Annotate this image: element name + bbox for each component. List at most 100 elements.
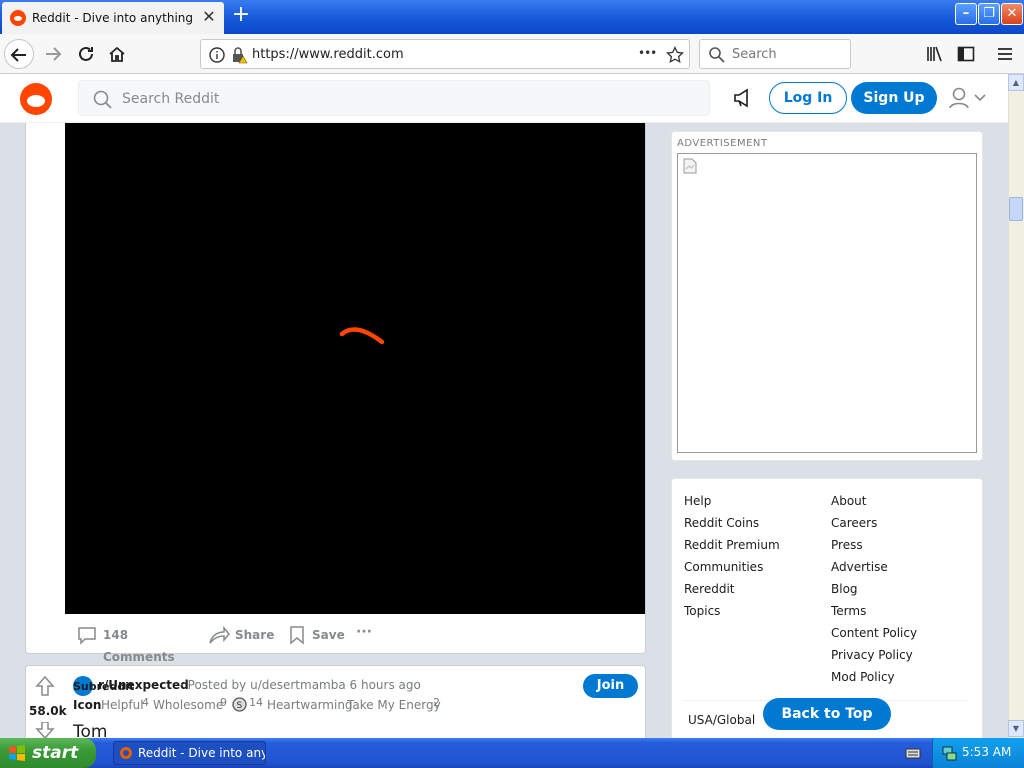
library-icon[interactable] xyxy=(925,45,943,63)
search-placeholder: Search xyxy=(732,47,777,62)
login-button[interactable]: Log In xyxy=(769,82,847,114)
video-player[interactable] xyxy=(65,123,645,614)
back-to-top-button[interactable]: Back to Top xyxy=(763,698,891,730)
signup-button[interactable]: Sign Up xyxy=(851,82,937,114)
footer-link-privacy-policy[interactable]: Privacy Policy xyxy=(831,648,917,670)
arrow-left-icon xyxy=(10,48,26,62)
footer-link-reddit-premium[interactable]: Reddit Premium xyxy=(684,538,780,560)
award-heartwarming[interactable]: Heartwarming xyxy=(267,698,353,712)
vote-count: 58.0k xyxy=(29,704,67,718)
address-bar[interactable]: https://www.reddit.com ••• xyxy=(200,39,690,69)
advertisement-frame[interactable] xyxy=(677,153,977,453)
home-icon xyxy=(109,46,125,62)
minimize-button[interactable]: – xyxy=(955,3,977,25)
home-button[interactable] xyxy=(102,39,132,69)
downvote-arrow-icon[interactable] xyxy=(34,722,56,738)
post-meta: · Posted by u/desertmamba 6 hours ago xyxy=(180,678,421,692)
share-label: Share xyxy=(235,628,275,642)
award-wholesome[interactable]: Wholesome xyxy=(153,698,223,712)
post-title[interactable]: Tom xyxy=(73,722,107,738)
footer-link-reddit-coins[interactable]: Reddit Coins xyxy=(684,516,780,538)
award-take-my-energy-count: 2 xyxy=(433,696,440,709)
upvote-arrow-icon[interactable] xyxy=(34,675,56,697)
user-icon xyxy=(949,87,969,109)
search-icon xyxy=(709,47,725,63)
network-icon[interactable] xyxy=(941,745,957,761)
footer-link-blog[interactable]: Blog xyxy=(831,582,917,604)
navigation-toolbar: https://www.reddit.com ••• Search xyxy=(0,34,1024,74)
browser-search-input[interactable]: Search xyxy=(699,39,851,69)
bookmark-icon xyxy=(290,626,304,645)
comments-button[interactable]: 148 Comments xyxy=(77,624,197,664)
hamburger-menu-icon[interactable] xyxy=(996,45,1014,63)
comments-label: 148 Comments xyxy=(103,628,175,664)
loading-spinner-icon xyxy=(339,327,385,345)
silver-award-icon[interactable]: S xyxy=(232,697,247,712)
footer-link-press[interactable]: Press xyxy=(831,538,917,560)
share-button[interactable]: Share xyxy=(208,624,276,646)
windows-logo-icon xyxy=(9,745,25,761)
award-icon-alt: Icon xyxy=(73,698,102,712)
footer-link-mod-policy[interactable]: Mod Policy xyxy=(831,670,917,692)
page-scrollbar[interactable] xyxy=(1008,74,1024,738)
footer-link-rereddit[interactable]: Rereddit xyxy=(684,582,780,604)
footer-link-advertise[interactable]: Advertise xyxy=(831,560,917,582)
footer-link-about[interactable]: About xyxy=(831,494,917,516)
scroll-down-arrow-icon[interactable]: ▼ xyxy=(1008,720,1024,737)
keyboard-icon[interactable] xyxy=(905,746,921,760)
award-helpful[interactable]: Helpful xyxy=(101,698,144,712)
subreddit-link[interactable]: r/Unexpected xyxy=(98,678,189,692)
region-label: USA/Global xyxy=(688,713,756,727)
svg-text:S: S xyxy=(237,701,243,711)
tab-close-icon[interactable]: ✕ xyxy=(200,7,218,27)
url-text: https://www.reddit.com xyxy=(252,47,404,62)
award-silver-count: 14 xyxy=(249,696,263,709)
save-label: Save xyxy=(312,628,345,642)
footer-links-left: Help Reddit Coins Reddit Premium Communi… xyxy=(684,494,780,626)
scrollbar-thumb[interactable] xyxy=(1009,197,1023,221)
new-tab-button[interactable]: + xyxy=(230,4,252,28)
reddit-search-placeholder: Search Reddit xyxy=(122,91,220,107)
award-wholesome-count: 9 xyxy=(220,696,227,709)
info-icon[interactable] xyxy=(209,47,225,63)
award-helpful-count: 4 xyxy=(142,696,149,709)
page-actions-menu-icon[interactable]: ••• xyxy=(638,46,657,60)
share-icon xyxy=(209,625,230,644)
advertisement-label: ADVERTISEMENT xyxy=(677,138,768,149)
reddit-favicon-icon xyxy=(10,10,26,26)
footer-link-careers[interactable]: Careers xyxy=(831,516,917,538)
scroll-up-arrow-icon[interactable]: ▲ xyxy=(1008,74,1024,91)
taskbar-clock: 5:53 AM xyxy=(962,745,1012,759)
user-dropdown[interactable] xyxy=(948,86,988,110)
footer-link-content-policy[interactable]: Content Policy xyxy=(831,626,917,648)
reload-icon xyxy=(79,46,93,61)
advertise-megaphone-icon[interactable] xyxy=(732,88,754,108)
reddit-search-input[interactable]: Search Reddit xyxy=(78,80,710,116)
more-options-icon[interactable]: ··· xyxy=(356,621,378,643)
taskbar-firefox-item[interactable]: Reddit - Dive into any... xyxy=(113,741,266,765)
restore-button[interactable]: ❐ xyxy=(978,3,1000,25)
award-take-my-energy[interactable]: Take My Energy xyxy=(347,698,441,712)
lock-warning-icon[interactable] xyxy=(230,46,248,64)
search-icon xyxy=(93,90,112,109)
window-close-button[interactable]: ✕ xyxy=(1001,3,1023,25)
sidebar-toggle-icon[interactable] xyxy=(957,45,975,63)
footer-link-communities[interactable]: Communities xyxy=(684,560,780,582)
join-button[interactable]: Join xyxy=(583,674,638,698)
arrow-right-icon xyxy=(46,47,62,61)
broken-image-icon xyxy=(683,158,697,174)
bookmark-star-icon[interactable] xyxy=(666,46,684,64)
forward-button[interactable] xyxy=(38,39,68,69)
reddit-header: Search Reddit Log In Sign Up xyxy=(0,74,1008,123)
browser-tab[interactable]: Reddit - Dive into anything ✕ xyxy=(2,2,224,34)
save-button[interactable]: Save xyxy=(289,624,345,646)
footer-links-right: About Careers Press Advertise Blog Terms… xyxy=(831,494,917,692)
reload-button[interactable] xyxy=(71,39,101,69)
reddit-snoo-face xyxy=(27,95,45,107)
back-button[interactable] xyxy=(4,39,34,69)
footer-link-topics[interactable]: Topics xyxy=(684,604,780,626)
footer-link-help[interactable]: Help xyxy=(684,494,780,516)
reddit-logo-icon[interactable] xyxy=(20,83,52,115)
firefox-icon xyxy=(120,747,132,759)
footer-link-terms[interactable]: Terms xyxy=(831,604,917,626)
